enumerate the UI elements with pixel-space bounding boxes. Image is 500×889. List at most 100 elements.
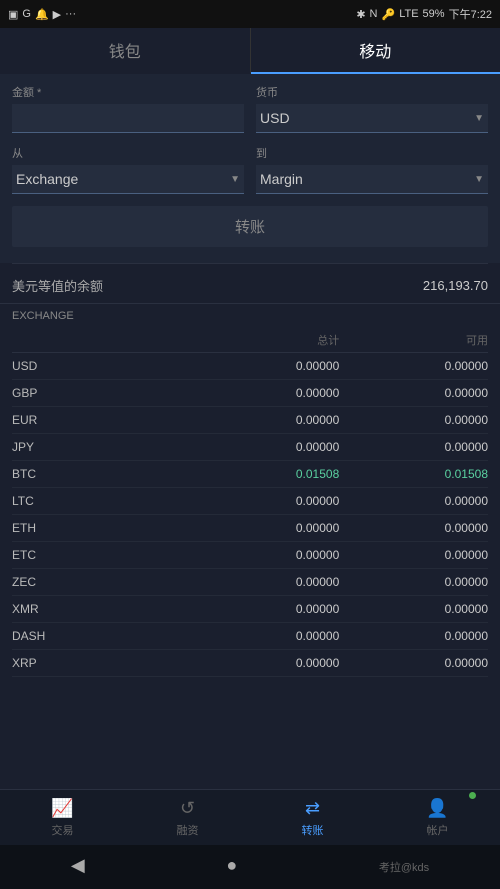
row-currency: XRP (12, 656, 191, 670)
status-right-icons: ✱ N 🔑 LTE 59% 下午7:22 (356, 6, 492, 22)
row-total: 0.00000 (191, 386, 340, 400)
home-button[interactable]: ● (226, 855, 237, 876)
row-total: 0.00000 (191, 494, 340, 508)
nav-label-account: 帐户 (427, 822, 449, 838)
play-icon: ▶ (53, 8, 61, 21)
footer-text: 考拉@kds (379, 862, 429, 874)
key-icon: 🔑 (381, 8, 395, 21)
currency-value: USD (260, 110, 474, 126)
trade-icon: 📈 (51, 798, 73, 819)
tab-wallet[interactable]: 钱包 (0, 28, 251, 74)
to-select[interactable]: Margin ▼ (256, 165, 488, 194)
row-available: 0.00000 (339, 656, 488, 670)
form-area: 金额 * 货币 USD ▼ 从 Exchange ▼ 到 Margin ▼ (0, 74, 500, 263)
online-dot (469, 792, 476, 799)
balance-label: 美元等值的余额 (12, 276, 103, 295)
row-currency: EUR (12, 413, 191, 427)
header-total: 总计 (191, 332, 340, 348)
form-row-2: 从 Exchange ▼ 到 Margin ▼ (12, 145, 488, 194)
row-available: 0.00000 (339, 629, 488, 643)
from-value: Exchange (16, 171, 230, 187)
bell-icon: 🔔 (35, 8, 49, 21)
battery-icon: 59% (423, 8, 445, 20)
row-available: 0.00000 (339, 521, 488, 535)
g-icon: G (22, 8, 31, 20)
lte-icon: LTE (399, 8, 418, 20)
status-left-icons: ▣ G 🔔 ▶ ··· (8, 8, 76, 21)
to-arrow-icon: ▼ (474, 174, 484, 185)
row-currency: LTC (12, 494, 191, 508)
to-group: 到 Margin ▼ (256, 145, 488, 194)
table-header: 总计 可用 (12, 324, 488, 353)
amount-input[interactable] (12, 104, 244, 133)
table-row: ETH0.000000.00000 (12, 515, 488, 542)
row-available: 0.00000 (339, 413, 488, 427)
nav-item-trade[interactable]: 📈 交易 (0, 790, 125, 845)
currency-label: 货币 (256, 84, 488, 100)
table-row: XMR0.000000.00000 (12, 596, 488, 623)
nav-label-transfer: 转账 (302, 822, 324, 838)
from-arrow-icon: ▼ (230, 174, 240, 185)
row-total: 0.00000 (191, 602, 340, 616)
row-total: 0.00000 (191, 413, 340, 427)
from-select[interactable]: Exchange ▼ (12, 165, 244, 194)
row-total: 0.00000 (191, 575, 340, 589)
row-available: 0.00000 (339, 575, 488, 589)
table-row: BTC0.015080.01508 (12, 461, 488, 488)
row-total: 0.00000 (191, 521, 340, 535)
balance-section: 美元等值的余额 216,193.70 (0, 264, 500, 304)
row-currency: ETC (12, 548, 191, 562)
table-row: JPY0.000000.00000 (12, 434, 488, 461)
to-value: Margin (260, 171, 474, 187)
exchange-section-label: EXCHANGE (12, 304, 488, 324)
from-group: 从 Exchange ▼ (12, 145, 244, 194)
row-total: 0.00000 (191, 359, 340, 373)
row-currency: ZEC (12, 575, 191, 589)
bottom-nav: 📈 交易 ↺ 融资 ⇄ 转账 👤 帐户 (0, 789, 500, 845)
row-available: 0.00000 (339, 386, 488, 400)
dots: ··· (65, 8, 76, 20)
currency-group: 货币 USD ▼ (256, 84, 488, 133)
row-available: 0.00000 (339, 602, 488, 616)
tab-move[interactable]: 移动 (251, 28, 500, 74)
bluetooth-icon: ✱ (356, 8, 365, 21)
row-currency: GBP (12, 386, 191, 400)
row-total: 0.00000 (191, 656, 340, 670)
table-row: ZEC0.000000.00000 (12, 569, 488, 596)
nfc-icon: N (370, 8, 378, 20)
nav-item-finance[interactable]: ↺ 融资 (125, 790, 250, 845)
row-available: 0.01508 (339, 467, 488, 481)
account-icon: 👤 (426, 798, 448, 819)
table-row: DASH0.000000.00000 (12, 623, 488, 650)
table-section: EXCHANGE 总计 可用 USD0.000000.00000GBP0.000… (0, 304, 500, 839)
app-icon: ▣ (8, 8, 18, 21)
nav-label-finance: 融资 (177, 822, 199, 838)
nav-item-account[interactable]: 👤 帐户 (375, 790, 500, 845)
top-tab-bar: 钱包 移动 (0, 28, 500, 74)
row-currency: BTC (12, 467, 191, 481)
row-currency: ETH (12, 521, 191, 535)
header-name (12, 332, 191, 348)
transfer-button[interactable]: 转账 (12, 206, 488, 247)
transfer-btn-row: 转账 (12, 206, 488, 247)
row-currency: DASH (12, 629, 191, 643)
amount-label: 金额 * (12, 84, 244, 100)
table-row: XRP0.000000.00000 (12, 650, 488, 677)
row-total: 0.00000 (191, 548, 340, 562)
row-available: 0.00000 (339, 359, 488, 373)
back-button[interactable]: ◀ (71, 855, 85, 876)
currency-arrow-icon: ▼ (474, 113, 484, 124)
status-bar: ▣ G 🔔 ▶ ··· ✱ N 🔑 LTE 59% 下午7:22 (0, 0, 500, 28)
table-row: LTC0.000000.00000 (12, 488, 488, 515)
table-body: USD0.000000.00000GBP0.000000.00000EUR0.0… (12, 353, 488, 677)
row-available: 0.00000 (339, 494, 488, 508)
nav-item-transfer[interactable]: ⇄ 转账 (250, 790, 375, 845)
table-row: GBP0.000000.00000 (12, 380, 488, 407)
table-row: ETC0.000000.00000 (12, 542, 488, 569)
row-total: 0.01508 (191, 467, 340, 481)
android-nav-bar: ◀ ● 考拉@kds (0, 845, 500, 889)
row-currency: USD (12, 359, 191, 373)
currency-select[interactable]: USD ▼ (256, 104, 488, 133)
table-row: EUR0.000000.00000 (12, 407, 488, 434)
recents-button[interactable]: 考拉@kds (379, 855, 429, 876)
